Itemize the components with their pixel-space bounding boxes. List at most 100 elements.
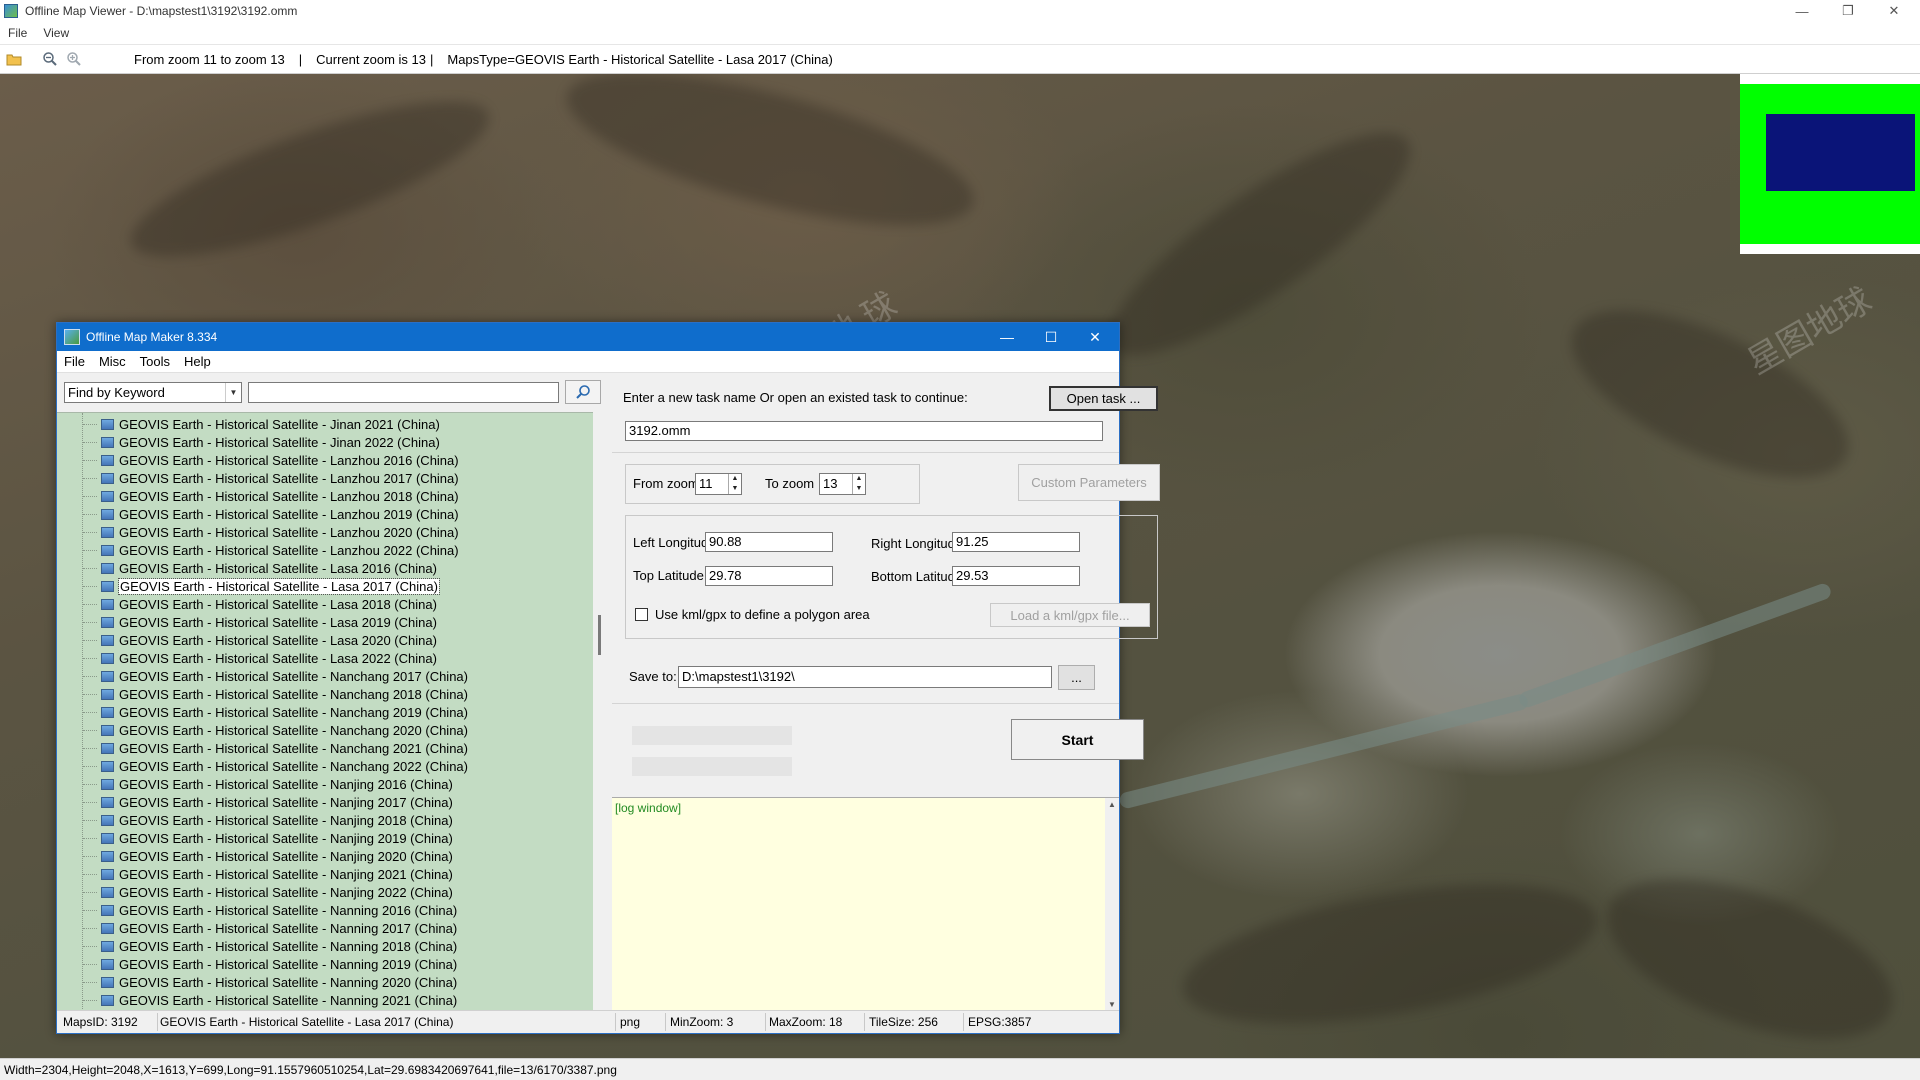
scroll-up-icon[interactable]: ▲ <box>1108 800 1116 809</box>
map-list-item[interactable]: GEOVIS Earth - Historical Satellite - Na… <box>101 955 457 973</box>
map-tile-icon <box>101 688 114 700</box>
tree-branch-line <box>83 802 97 803</box>
map-list-item[interactable]: GEOVIS Earth - Historical Satellite - Na… <box>101 721 468 739</box>
map-maker-icon <box>64 329 80 345</box>
map-list-item-label: GEOVIS Earth - Historical Satellite - Na… <box>119 938 458 954</box>
map-list-item-label: GEOVIS Earth - Historical Satellite - La… <box>119 506 459 522</box>
map-list-item[interactable]: GEOVIS Earth - Historical Satellite - Na… <box>101 685 468 703</box>
status-separator <box>765 1013 766 1031</box>
map-list-item[interactable]: GEOVIS Earth - Historical Satellite - Na… <box>101 973 457 991</box>
map-list-item[interactable]: GEOVIS Earth - Historical Satellite - Na… <box>101 901 457 919</box>
minimize-button[interactable]: — <box>1780 0 1824 22</box>
load-kml-button[interactable]: Load a kml/gpx file... <box>990 603 1150 627</box>
right-longitude-field[interactable]: 91.25 <box>952 532 1080 552</box>
task-name-field[interactable]: 3192.omm <box>625 421 1103 441</box>
map-list-item[interactable]: GEOVIS Earth - Historical Satellite - La… <box>101 523 459 541</box>
scroll-down-icon[interactable]: ▼ <box>1108 1000 1116 1009</box>
map-tile-icon <box>101 580 114 592</box>
map-list-item[interactable]: GEOVIS Earth - Historical Satellite - La… <box>101 487 459 505</box>
map-list-item[interactable]: GEOVIS Earth - Historical Satellite - La… <box>101 469 459 487</box>
browse-button[interactable]: ... <box>1058 665 1095 690</box>
search-button[interactable] <box>565 380 601 404</box>
spin-down-icon[interactable]: ▼ <box>852 484 865 494</box>
map-tile-icon <box>101 958 114 970</box>
menu-view[interactable]: View <box>35 26 77 40</box>
map-list-item-label: GEOVIS Earth - Historical Satellite - Ji… <box>119 434 440 450</box>
map-tile-icon <box>101 472 114 484</box>
open-folder-icon[interactable] <box>4 49 24 69</box>
dialog-close-button[interactable]: ✕ <box>1073 323 1117 351</box>
map-list-item[interactable]: GEOVIS Earth - Historical Satellite - La… <box>101 613 437 631</box>
map-list-item[interactable]: GEOVIS Earth - Historical Satellite - Na… <box>101 667 468 685</box>
menu-file[interactable]: File <box>0 26 35 40</box>
dialog-menu-bar: File Misc Tools Help <box>57 351 1119 373</box>
map-tile-icon <box>101 832 114 844</box>
map-list-item[interactable]: GEOVIS Earth - Historical Satellite - Na… <box>101 775 453 793</box>
max-zoom-status: MaxZoom: 18 <box>769 1015 843 1029</box>
log-scrollbar[interactable]: ▲ ▼ <box>1105 798 1119 1011</box>
dialog-status-bar: MapsID: 3192 GEOVIS Earth - Historical S… <box>57 1010 1119 1033</box>
map-list-item[interactable]: GEOVIS Earth - Historical Satellite - Na… <box>101 991 457 1009</box>
progress-bar-primary <box>632 726 792 745</box>
map-list-item[interactable]: GEOVIS Earth - Historical Satellite - Na… <box>101 757 468 775</box>
tree-branch-line <box>83 532 97 533</box>
map-list-item[interactable]: GEOVIS Earth - Historical Satellite - Ji… <box>101 415 440 433</box>
dialog-menu-tools[interactable]: Tools <box>133 354 177 369</box>
map-list-item[interactable]: GEOVIS Earth - Historical Satellite - Na… <box>101 703 468 721</box>
terrain-shade <box>1172 858 1608 1050</box>
tree-branch-line <box>83 892 97 893</box>
chevron-down-icon[interactable]: ▼ <box>225 383 241 402</box>
map-list-item[interactable]: GEOVIS Earth - Historical Satellite - Na… <box>101 865 453 883</box>
map-list-item[interactable]: GEOVIS Earth - Historical Satellite - Na… <box>101 937 457 955</box>
save-path-field[interactable]: D:\mapstest1\3192\ <box>678 666 1052 688</box>
to-zoom-spinner[interactable]: 13 ▲ ▼ <box>819 473 866 495</box>
map-list-item[interactable]: GEOVIS Earth - Historical Satellite - La… <box>101 631 437 649</box>
overview-minimap[interactable] <box>1740 74 1920 254</box>
find-input[interactable] <box>248 382 559 403</box>
dialog-minimize-button[interactable]: — <box>985 323 1029 351</box>
dialog-menu-help[interactable]: Help <box>177 354 218 369</box>
map-list-item[interactable]: GEOVIS Earth - Historical Satellite - Na… <box>101 883 453 901</box>
maps-tree[interactable]: GEOVIS Earth - Historical Satellite - Ji… <box>57 412 593 1010</box>
map-list-item[interactable]: GEOVIS Earth - Historical Satellite - Na… <box>101 829 453 847</box>
dialog-maximize-button[interactable]: ☐ <box>1029 323 1073 351</box>
map-list-item[interactable]: GEOVIS Earth - Historical Satellite - La… <box>101 577 440 595</box>
map-list-item[interactable]: GEOVIS Earth - Historical Satellite - La… <box>101 559 437 577</box>
map-list-item[interactable]: GEOVIS Earth - Historical Satellite - Na… <box>101 811 453 829</box>
map-list-item[interactable]: GEOVIS Earth - Historical Satellite - La… <box>101 451 459 469</box>
map-list-item[interactable]: GEOVIS Earth - Historical Satellite - Na… <box>101 919 457 937</box>
map-list-item[interactable]: GEOVIS Earth - Historical Satellite - La… <box>101 649 437 667</box>
bottom-latitude-field[interactable]: 29.53 <box>952 566 1080 586</box>
viewer-status-bar: Width=2304,Height=2048,X=1613,Y=699,Long… <box>0 1058 1920 1080</box>
zoom-in-icon[interactable] <box>64 49 84 69</box>
tree-scrollbar[interactable] <box>593 412 607 1010</box>
dialog-menu-file[interactable]: File <box>57 354 92 369</box>
close-button[interactable]: ✕ <box>1872 0 1916 22</box>
tree-branch-line <box>83 784 97 785</box>
start-button[interactable]: Start <box>1011 719 1144 760</box>
map-list-item[interactable]: GEOVIS Earth - Historical Satellite - Na… <box>101 793 453 811</box>
restore-button[interactable]: ❐ <box>1826 0 1870 22</box>
from-zoom-spinner[interactable]: 11 ▲ ▼ <box>695 473 742 495</box>
left-longitude-field[interactable]: 90.88 <box>705 532 833 552</box>
find-mode-select[interactable]: Find by Keyword ▼ <box>64 382 242 403</box>
top-latitude-field[interactable]: 29.78 <box>705 566 833 586</box>
map-list-item[interactable]: GEOVIS Earth - Historical Satellite - La… <box>101 541 459 559</box>
map-list-item[interactable]: GEOVIS Earth - Historical Satellite - Ji… <box>101 433 440 451</box>
map-list-item-label: GEOVIS Earth - Historical Satellite - Na… <box>119 758 468 774</box>
log-window[interactable]: [log window] ▲ ▼ <box>612 797 1119 1011</box>
spin-down-icon[interactable]: ▼ <box>728 484 741 494</box>
map-list-item[interactable]: GEOVIS Earth - Historical Satellite - La… <box>101 595 437 613</box>
map-list-item-label: GEOVIS Earth - Historical Satellite - La… <box>119 542 459 558</box>
map-list-item[interactable]: GEOVIS Earth - Historical Satellite - Na… <box>101 847 453 865</box>
open-task-button[interactable]: Open task ... <box>1049 386 1158 411</box>
zoom-out-icon[interactable] <box>40 49 60 69</box>
custom-parameters-button[interactable]: Custom Parameters <box>1018 464 1160 501</box>
tree-scroll-thumb[interactable] <box>598 615 601 655</box>
map-list-item[interactable]: GEOVIS Earth - Historical Satellite - Na… <box>101 739 468 757</box>
overview-viewport[interactable] <box>1766 114 1915 191</box>
dialog-menu-misc[interactable]: Misc <box>92 354 133 369</box>
map-tile-icon <box>101 454 114 466</box>
map-list-item[interactable]: GEOVIS Earth - Historical Satellite - La… <box>101 505 459 523</box>
use-kml-checkbox[interactable] <box>635 608 648 621</box>
